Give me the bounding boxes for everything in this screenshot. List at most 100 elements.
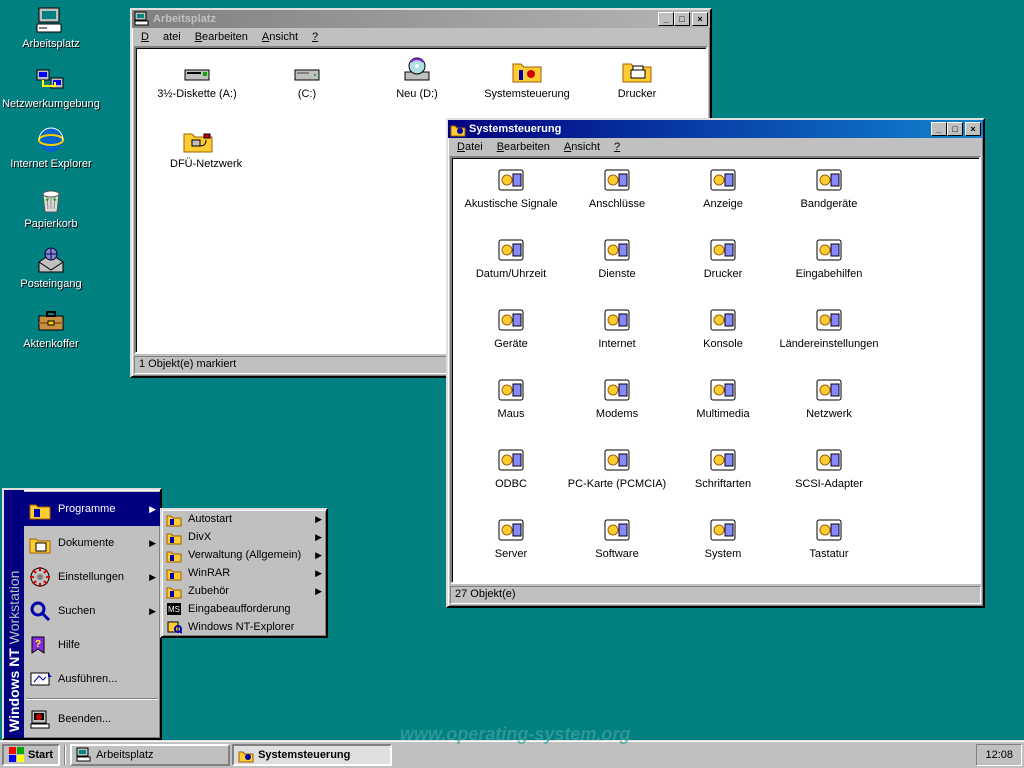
menu-bearbeiten[interactable]: Bearbeiten (188, 29, 255, 45)
item-systemsteuerung[interactable]: Systemsteuerung (472, 54, 582, 124)
item-label: Netzwerk (806, 408, 852, 420)
menu-ansicht[interactable]: Ansicht (557, 139, 607, 155)
menu-datei[interactable]: Datei (450, 139, 490, 155)
submenu-entry-label: Windows NT-Explorer (188, 621, 294, 633)
menu-bearbeiten[interactable]: Bearbeiten (490, 139, 557, 155)
system-tray[interactable]: 12:08 (976, 744, 1022, 766)
close-button[interactable]: × (692, 12, 708, 26)
control-panel-item[interactable]: PC-Karte (PCMCIA) (564, 444, 670, 514)
desktop-icon-arbeitsplatz[interactable]: Arbeitsplatz (6, 4, 96, 50)
desktop-icon-label: Papierkorb (24, 218, 77, 230)
item-drucker[interactable]: Drucker (582, 54, 692, 124)
control-panel-item[interactable]: Netzwerk (776, 374, 882, 444)
menu-help[interactable]: ? (305, 29, 325, 45)
item-diskette-a[interactable]: 3½-Diskette (A:) (142, 54, 252, 124)
control-panel-item[interactable]: Anschlüsse (564, 164, 670, 234)
submenu-entry[interactable]: Verwaltung (Allgemein) ▶ (162, 546, 326, 564)
start-button[interactable]: Start (2, 744, 60, 766)
maximize-button[interactable]: □ (674, 12, 690, 26)
desktop-icon-aktenkoffer[interactable]: Aktenkoffer (6, 304, 96, 350)
clock: 12:08 (985, 749, 1013, 761)
control-panel-item[interactable]: Server (458, 514, 564, 584)
control-panel-item[interactable]: Eingabehilfen (776, 234, 882, 304)
status-bar: 27 Objekt(e) (450, 586, 981, 604)
window-title: Arbeitsplatz (153, 13, 655, 25)
control-panel-item[interactable]: SCSI-Adapter (776, 444, 882, 514)
start-entry[interactable]: Programme▶ (24, 492, 160, 526)
control-panel-item[interactable]: Internet (564, 304, 670, 374)
desktop-icon-posteingang[interactable]: Posteingang (6, 244, 96, 290)
submenu-entry[interactable]: Autostart▶ (162, 510, 326, 528)
start-entry[interactable]: Einstellungen▶ (24, 560, 160, 594)
submenu-entry-icon (166, 619, 182, 635)
menu-help[interactable]: ? (607, 139, 627, 155)
control-panel-item[interactable]: Bandgeräte (776, 164, 882, 234)
floppy-icon (181, 54, 213, 86)
submenu-arrow-icon: ▶ (315, 586, 322, 597)
control-panel-item[interactable]: Drucker (670, 234, 776, 304)
control-panel-item[interactable]: Datum/Uhrzeit (458, 234, 564, 304)
item-label: Akustische Signale (465, 198, 558, 210)
submenu-entry[interactable]: DivX▶ (162, 528, 326, 546)
network-neighborhood-icon (35, 64, 67, 96)
item-drive-c[interactable]: (C:) (252, 54, 362, 124)
start-entry-label: Einstellungen (58, 571, 124, 583)
desktop-icon-ie[interactable]: Internet Explorer (6, 124, 96, 170)
submenu-entry[interactable]: Zubehör▶ (162, 582, 326, 600)
minimize-button[interactable]: _ (658, 12, 674, 26)
submenu-entry[interactable]: Windows NT-Explorer (162, 618, 326, 636)
control-panel-applet-icon (813, 304, 845, 336)
desktop-icon-papierkorb[interactable]: Papierkorb (6, 184, 96, 230)
item-label: Drucker (618, 88, 657, 100)
menu-datei[interactable]: Datei (134, 29, 188, 45)
window-body[interactable]: Akustische Signale Anschlüsse AnzeigeBandg… (450, 156, 981, 584)
control-panel-applet-icon (495, 234, 527, 266)
control-panel-item[interactable]: Schriftarten (670, 444, 776, 514)
control-panel-applet-icon (813, 374, 845, 406)
start-entry[interactable]: ?Hilfe (24, 628, 160, 662)
taskbar-task-systemsteuerung[interactable]: Systemsteuerung (232, 744, 392, 766)
submenu-entry[interactable]: MSEingabeaufforderung (162, 600, 326, 618)
control-panel-item[interactable]: Software (564, 514, 670, 584)
control-panel-item[interactable]: Geräte (458, 304, 564, 374)
titlebar[interactable]: Systemsteuerung _ □ × (448, 120, 983, 138)
close-button[interactable]: × (965, 122, 981, 136)
control-panel-item[interactable]: Konsole (670, 304, 776, 374)
start-entry[interactable]: Dokumente▶ (24, 526, 160, 560)
control-panel-applet-icon (707, 514, 739, 546)
window-systemsteuerung[interactable]: Systemsteuerung _ □ × Datei Bearbeiten A… (446, 118, 985, 608)
item-label: Neu (D:) (396, 88, 438, 100)
control-panel-item[interactable]: System (670, 514, 776, 584)
control-panel-item[interactable]: Modems (564, 374, 670, 444)
submenu-entry-icon (166, 511, 182, 527)
menu-ansicht[interactable]: Ansicht (255, 29, 305, 45)
control-panel-item[interactable]: Maus (458, 374, 564, 444)
minimize-button[interactable]: _ (931, 122, 947, 136)
start-entry[interactable]: Suchen▶ (24, 594, 160, 628)
control-panel-item[interactable]: Ländereinstellungen (776, 304, 882, 374)
control-panel-item[interactable]: Dienste (564, 234, 670, 304)
start-entry[interactable]: Ausführen... (24, 662, 160, 696)
control-panel-item[interactable]: ODBC (458, 444, 564, 514)
control-panel-item[interactable]: Tastatur (776, 514, 882, 584)
control-panel-applet-icon (707, 304, 739, 336)
control-panel-item[interactable]: Multimedia (670, 374, 776, 444)
menu-bar: Datei Bearbeiten Ansicht ? (448, 138, 983, 156)
submenu-entry[interactable]: WinRAR▶ (162, 564, 326, 582)
desktop-icon-netzwerk[interactable]: Netzwerkumgebung (6, 64, 96, 110)
start-entry[interactable]: Beenden... (24, 702, 160, 736)
taskbar-task-arbeitsplatz[interactable]: Arbeitsplatz (70, 744, 230, 766)
item-label: SCSI-Adapter (795, 478, 863, 490)
titlebar[interactable]: Arbeitsplatz _ □ × (132, 10, 710, 28)
item-label: Anschlüsse (589, 198, 645, 210)
maximize-button[interactable]: □ (947, 122, 963, 136)
control-panel-applet-icon (813, 444, 845, 476)
submenu-entry-icon (166, 565, 182, 581)
control-panel-item[interactable]: Akustische Signale (458, 164, 564, 234)
programs-submenu: Autostart▶DivX▶ Verwaltung (Allgemein) ▶ Wi… (160, 508, 328, 638)
item-label: Ländereinstellungen (779, 338, 878, 350)
submenu-entry-label: Verwaltung (Allgemein) (188, 549, 301, 561)
item-drive-d[interactable]: Neu (D:) (362, 54, 472, 124)
submenu-arrow-icon: ▶ (315, 550, 322, 561)
control-panel-item[interactable]: Anzeige (670, 164, 776, 234)
